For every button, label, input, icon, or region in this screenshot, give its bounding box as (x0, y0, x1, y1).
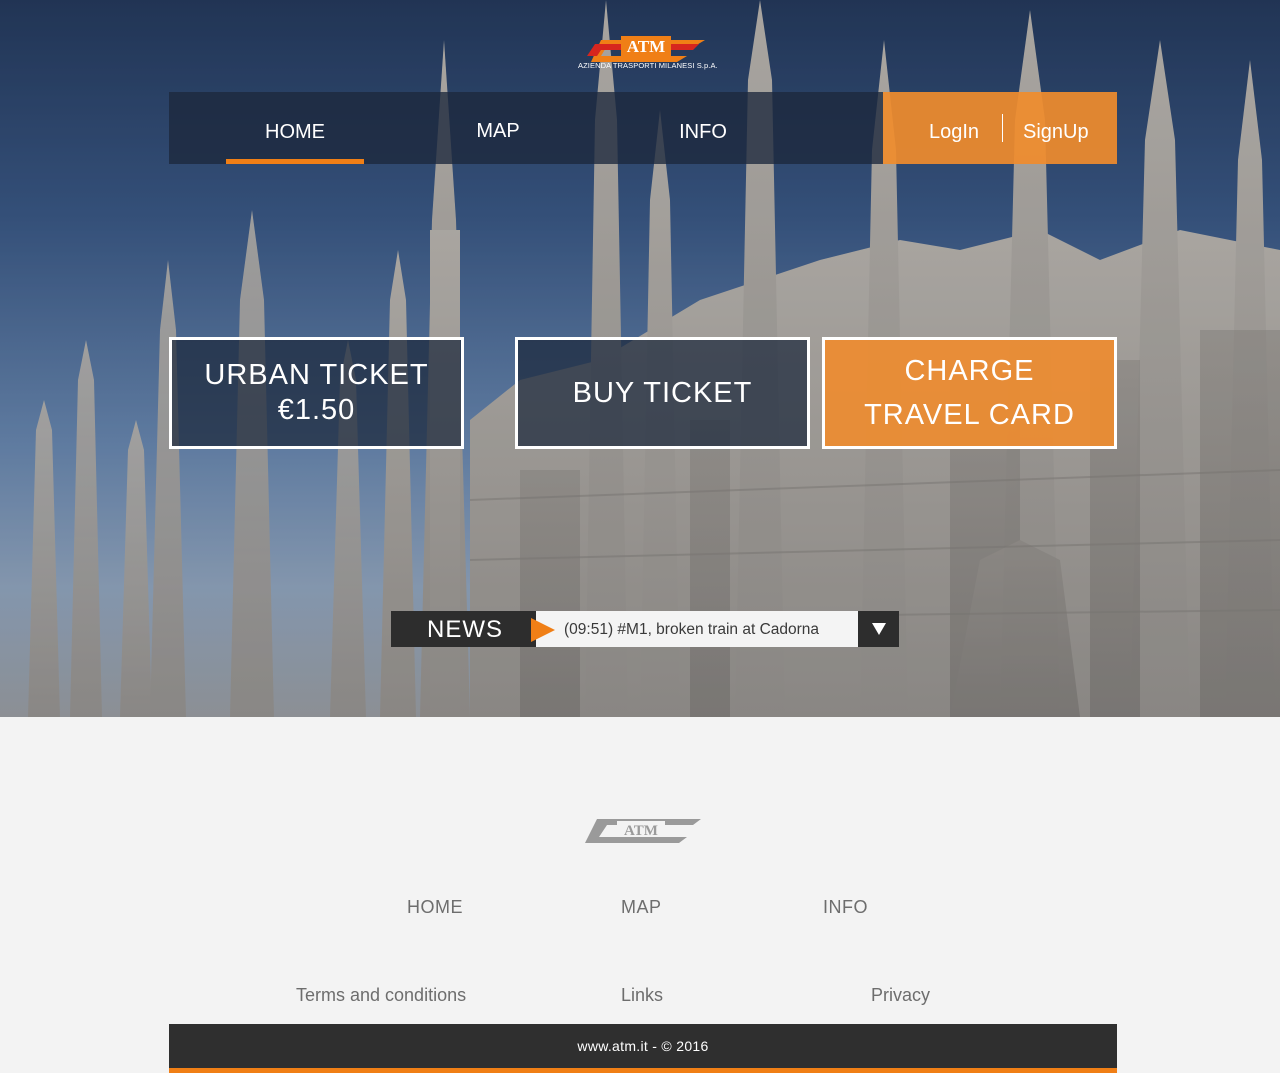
footer-nav-info[interactable]: INFO (823, 897, 868, 918)
news-ticker: NEWS (09:51) #M1, broken train at Cadorn… (391, 611, 899, 647)
news-headline[interactable]: (09:51) #M1, broken train at Cadorna (536, 611, 858, 647)
auth-divider (1002, 114, 1003, 142)
buy-ticket-label: BUY TICKET (572, 376, 753, 409)
footer-nav-home[interactable]: HOME (407, 897, 463, 918)
privacy-link[interactable]: Privacy (871, 985, 930, 1006)
footer-nav-map[interactable]: MAP (621, 897, 662, 918)
charge-card-line1: CHARGE (904, 355, 1035, 387)
links-link[interactable]: Links (621, 985, 663, 1006)
nav-home[interactable]: HOME (226, 92, 364, 164)
nav-active-indicator (226, 159, 364, 164)
main-navbar: HOME MAP INFO (169, 92, 883, 164)
nav-map[interactable]: MAP (431, 92, 565, 164)
news-label: NEWS (391, 611, 536, 647)
footer-logo-text: ATM (624, 823, 658, 839)
charge-travel-card-button[interactable]: CHARGE TRAVEL CARD (822, 337, 1117, 449)
auth-box: LogIn SignUp (883, 92, 1117, 164)
triangle-down-icon (872, 623, 886, 635)
urban-ticket-title: URBAN TICKET (204, 359, 429, 391)
copyright-text: www.atm.it - © 2016 (577, 1038, 709, 1054)
logo-text: ATM (627, 37, 665, 56)
urban-ticket-button[interactable]: URBAN TICKET €1.50 (169, 337, 464, 449)
accent-stripe (169, 1068, 1117, 1073)
terms-link[interactable]: Terms and conditions (296, 985, 466, 1006)
urban-ticket-price: €1.50 (277, 394, 356, 426)
copyright-bar: www.atm.it - © 2016 (169, 1024, 1117, 1073)
logo-caption: AZIENDA TRASPORTI MILANESI S.p.A. (578, 61, 718, 70)
signup-link[interactable]: SignUp (1023, 92, 1089, 164)
nav-info[interactable]: INFO (636, 92, 770, 164)
login-link[interactable]: LogIn (929, 92, 979, 164)
charge-card-line2: TRAVEL CARD (864, 399, 1075, 431)
footer-atm-logo: ATM (585, 819, 701, 843)
buy-ticket-button[interactable]: BUY TICKET (515, 337, 810, 449)
play-arrow-icon (531, 618, 555, 642)
news-dropdown-button[interactable] (858, 611, 899, 647)
